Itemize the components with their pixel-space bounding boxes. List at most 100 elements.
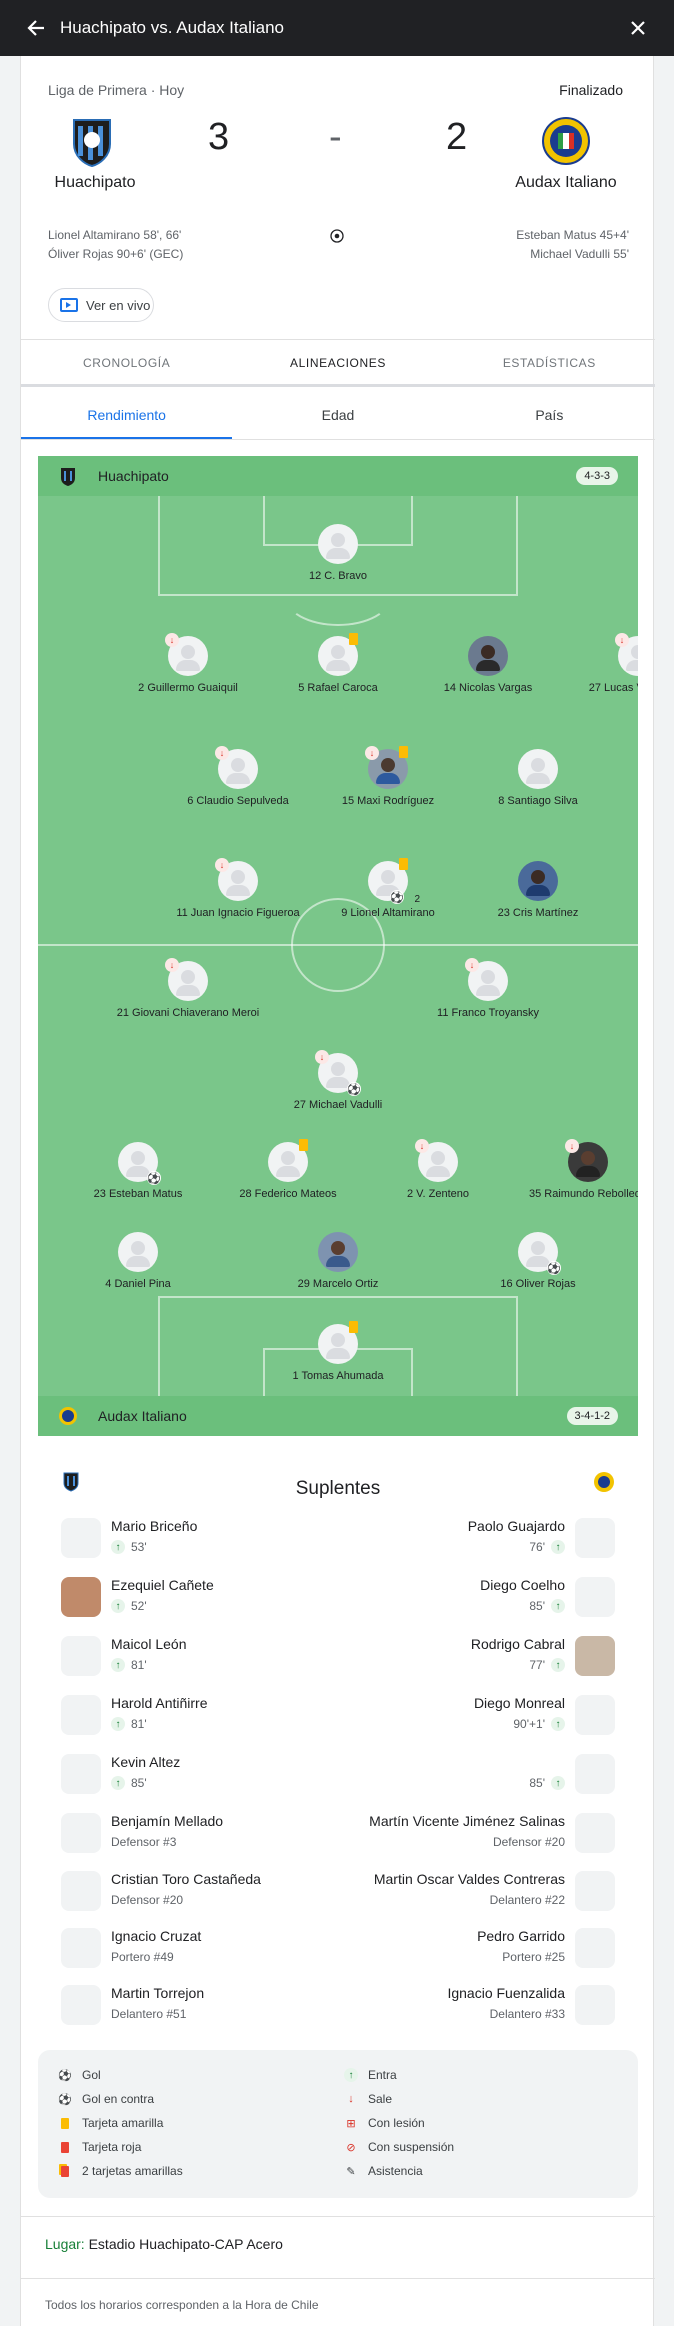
home-sub-4[interactable]: Harold Antiñirre ↑ 81' — [61, 1691, 351, 1741]
goal-icon: ⚽ — [58, 2069, 72, 2082]
away-sub-7[interactable]: Martin Oscar Valdes Contreras Delantero #… — [325, 1867, 615, 1917]
away-scorers: Esteban Matus 45+4' Michael Vadulli 55' — [516, 226, 629, 264]
away-sub-2[interactable]: Diego Coelho 85' ↑ — [325, 1573, 615, 1623]
main-tabs: CRONOLOGÍA ALINEACIONES ESTADÍSTICAS — [21, 339, 655, 387]
sub-name: Cristian Toro Castañeda — [111, 1871, 261, 1887]
avatar — [61, 1985, 101, 2025]
home-sub-3[interactable]: Maicol León ↑ 81' — [61, 1632, 351, 1682]
player-away-35[interactable]: ↓ 35 Raimundo Rebolledo — [498, 1139, 638, 1200]
substituted-out-icon: ↓ — [415, 1139, 429, 1153]
watch-live-button[interactable]: Ver en vivo — [48, 288, 154, 322]
home-scorer-2: Óliver Rojas 90+6' (GEC) — [48, 247, 184, 261]
sub-name: Paolo Guajardo — [467, 1518, 565, 1534]
subtab-edad[interactable]: Edad — [232, 390, 443, 439]
away-sub-1[interactable]: Paolo Guajardo 76' ↑ — [325, 1514, 615, 1564]
sub-info: Portero #25 — [502, 1950, 565, 1964]
avatar — [61, 1928, 101, 1968]
legend-goal: ⚽ Gol — [58, 2068, 101, 2082]
sub-name: Diego Coelho — [480, 1577, 565, 1593]
yellow-card-icon — [58, 2116, 72, 2130]
home-sub-5[interactable]: Kevin Altez ↑ 85' — [61, 1750, 351, 1800]
player-home-23[interactable]: 23 Cris Martínez — [448, 861, 628, 919]
yellow-card-icon — [299, 1139, 308, 1151]
avatar — [575, 1695, 615, 1735]
avatar — [575, 1518, 615, 1558]
away-sub-3[interactable]: Rodrigo Cabral 77' ↑ — [325, 1632, 615, 1682]
home-sub-1[interactable]: Mario Briceño ↑ 53' — [61, 1514, 351, 1564]
player-home-8[interactable]: 8 Santiago Silva — [448, 749, 628, 807]
back-arrow-icon[interactable] — [26, 18, 46, 38]
sub-info: Defensor #3 — [111, 1835, 177, 1849]
player-away-29[interactable]: 29 Marcelo Ortiz — [248, 1232, 428, 1290]
sub-name: Martín Vicente Jiménez Salinas — [369, 1813, 565, 1829]
soccer-ball-icon — [330, 229, 344, 248]
player-away-4[interactable]: 4 Daniel Pina — [48, 1232, 228, 1290]
legend-suspension: ⊘ Con suspensión — [344, 2140, 454, 2154]
substituted-out-icon: ↓ — [215, 746, 229, 760]
sub-info: ↑ 81' — [111, 1658, 147, 1672]
player-home-gk[interactable]: 12 C. Bravo — [248, 524, 428, 582]
player-away-gk[interactable]: 1 Tomas Ahumada — [248, 1321, 428, 1382]
home-sub-9[interactable]: Martin Torrejon Delantero #51 — [61, 1981, 351, 2031]
legend-two-yellow: 2 tarjetas amarillas — [58, 2164, 183, 2178]
legend-in: ↑ Entra — [344, 2068, 397, 2082]
divider — [21, 2278, 655, 2279]
home-sub-7[interactable]: Cristian Toro Castañeda Defensor #20 — [61, 1867, 351, 1917]
substituted-out-icon: ↓ — [565, 1139, 579, 1153]
away-formation: 3-4-1-2 — [566, 1407, 618, 1425]
away-sub-5[interactable]: 85' ↑ — [325, 1750, 615, 1800]
tab-cronologia[interactable]: CRONOLOGÍA — [21, 340, 232, 384]
yellow-card-icon — [399, 746, 408, 758]
player-away-16[interactable]: ⚽ 16 Oliver Rojas — [448, 1232, 628, 1290]
own-goal-icon: ⚽ — [58, 2093, 72, 2106]
sub-info: Delantero #22 — [489, 1893, 565, 1907]
tab-alineaciones[interactable]: ALINEACIONES — [232, 340, 443, 384]
home-sub-8[interactable]: Ignacio Cruzat Portero #49 — [61, 1924, 351, 1974]
substituted-out-icon: ↓ — [365, 746, 379, 760]
substituted-in-icon: ↑ — [551, 1776, 565, 1790]
away-team-bar: Audax Italiano 3-4-1-2 — [38, 1396, 638, 1436]
player-away-21[interactable]: ↓ 21 Giovani Chiaverano Meroi — [98, 958, 278, 1019]
home-scorer-1: Lionel Altamirano 58', 66' — [48, 228, 182, 242]
avatar — [575, 1636, 615, 1676]
player-away-27[interactable]: ↓ ⚽ 27 Michael Vadulli — [248, 1050, 428, 1111]
sub-info: Delantero #51 — [111, 2007, 187, 2021]
away-sub-4[interactable]: Diego Monreal 90'+1' ↑ — [325, 1691, 615, 1741]
home-sub-6[interactable]: Benjamín Mellado Defensor #3 — [61, 1809, 351, 1859]
substituted-out-icon: ↓ — [315, 1050, 329, 1064]
avatar — [61, 1695, 101, 1735]
avatar — [61, 1871, 101, 1911]
score-separator: - — [329, 116, 342, 158]
home-team-name[interactable]: Huachipato — [15, 174, 175, 192]
subtab-rendimiento[interactable]: Rendimiento — [21, 390, 233, 439]
home-team-bar-name: Huachipato — [98, 468, 169, 484]
avatar — [575, 1577, 615, 1617]
avatar — [61, 1577, 101, 1617]
subtab-pais[interactable]: País — [444, 390, 655, 439]
close-icon[interactable] — [628, 18, 648, 38]
huachipato-mini-crest-icon — [61, 468, 75, 486]
legend-yellow-card: Tarjeta amarilla — [58, 2116, 163, 2130]
sub-info: Portero #49 — [111, 1950, 174, 1964]
away-scorer-1: Esteban Matus 45+4' — [516, 228, 629, 242]
avatar — [575, 1754, 615, 1794]
player-home-27[interactable]: ↓27 Lucas Velasquez — [548, 633, 638, 694]
substituted-out-icon: ↓ — [215, 858, 229, 872]
away-team-name[interactable]: Audax Italiano — [486, 174, 646, 192]
away-scorer-2: Michael Vadulli 55' — [530, 247, 629, 261]
substituted-in-icon: ↑ — [344, 2068, 358, 2082]
away-sub-9[interactable]: Ignacio Fuenzalida Delantero #33 — [325, 1981, 615, 2031]
avatar — [61, 1813, 101, 1853]
injury-icon: ⊞ — [346, 2117, 356, 2130]
substituted-in-icon: ↑ — [111, 1658, 125, 1672]
audax-italiano-crest-icon — [541, 116, 590, 165]
tab-estadisticas[interactable]: ESTADÍSTICAS — [444, 340, 655, 384]
league-label: Liga de Primera · Hoy — [48, 82, 185, 98]
away-sub-6[interactable]: Martín Vicente Jiménez Salinas Defensor #… — [325, 1809, 615, 1859]
player-away-11[interactable]: ↓ 11 Franco Troyansky — [398, 958, 578, 1019]
sub-name: Mario Briceño — [111, 1518, 198, 1534]
away-sub-8[interactable]: Pedro Garrido Portero #25 — [325, 1924, 615, 1974]
sub-name: Benjamín Mellado — [111, 1813, 224, 1829]
home-sub-2[interactable]: Ezequiel Cañete ↑ 52' — [61, 1573, 351, 1623]
home-team-bar: Huachipato 4-3-3 — [38, 456, 638, 496]
